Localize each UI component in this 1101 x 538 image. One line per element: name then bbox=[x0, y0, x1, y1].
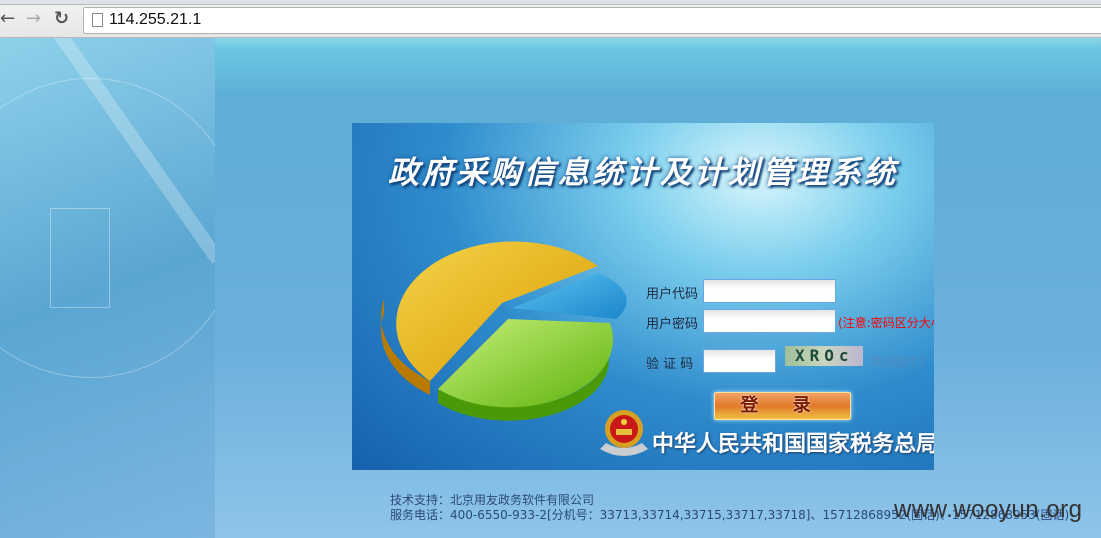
user-code-label: 用户代码 bbox=[646, 287, 699, 302]
captcha-label: 验 证 码 bbox=[646, 357, 694, 372]
password-input[interactable] bbox=[703, 309, 836, 333]
back-button[interactable]: ← bbox=[0, 9, 15, 29]
reload-button[interactable]: ↻ bbox=[54, 9, 69, 29]
browser-toolbar: ← → ↻ 114.255.21.1 bbox=[0, 0, 1101, 38]
agency-name: 中华人民共和国国家税务总局 bbox=[652, 432, 934, 457]
url-text: 114.255.21.1 bbox=[109, 11, 202, 28]
login-panel: 政府采购信息统计及计划管理系统 用户代码 用户密码 (注意:密码区分大小写) 验… bbox=[352, 123, 934, 470]
password-label: 用户密码 bbox=[646, 317, 699, 332]
system-title: 政府采购信息统计及计划管理系统 bbox=[388, 155, 898, 191]
tab-strip bbox=[0, 0, 1101, 5]
page-icon bbox=[92, 13, 103, 27]
decorative-background bbox=[0, 38, 215, 538]
tax-emblem-icon bbox=[600, 410, 648, 456]
captcha-input[interactable] bbox=[703, 349, 776, 373]
watermark: www.wooyun.org bbox=[894, 496, 1083, 523]
page-background: 政府采购信息统计及计划管理系统 用户代码 用户密码 (注意:密码区分大小写) 验… bbox=[0, 38, 1101, 538]
captcha-image[interactable]: XROc bbox=[785, 346, 863, 366]
address-bar[interactable]: 114.255.21.1 bbox=[83, 7, 1101, 34]
login-button[interactable]: 登 录 bbox=[714, 392, 851, 420]
forward-button[interactable]: → bbox=[26, 9, 41, 29]
user-code-input[interactable] bbox=[703, 279, 836, 303]
captcha-refresh-link[interactable]: 换张图片? bbox=[870, 353, 924, 370]
password-case-note: (注意:密码区分大小写) bbox=[838, 316, 934, 330]
